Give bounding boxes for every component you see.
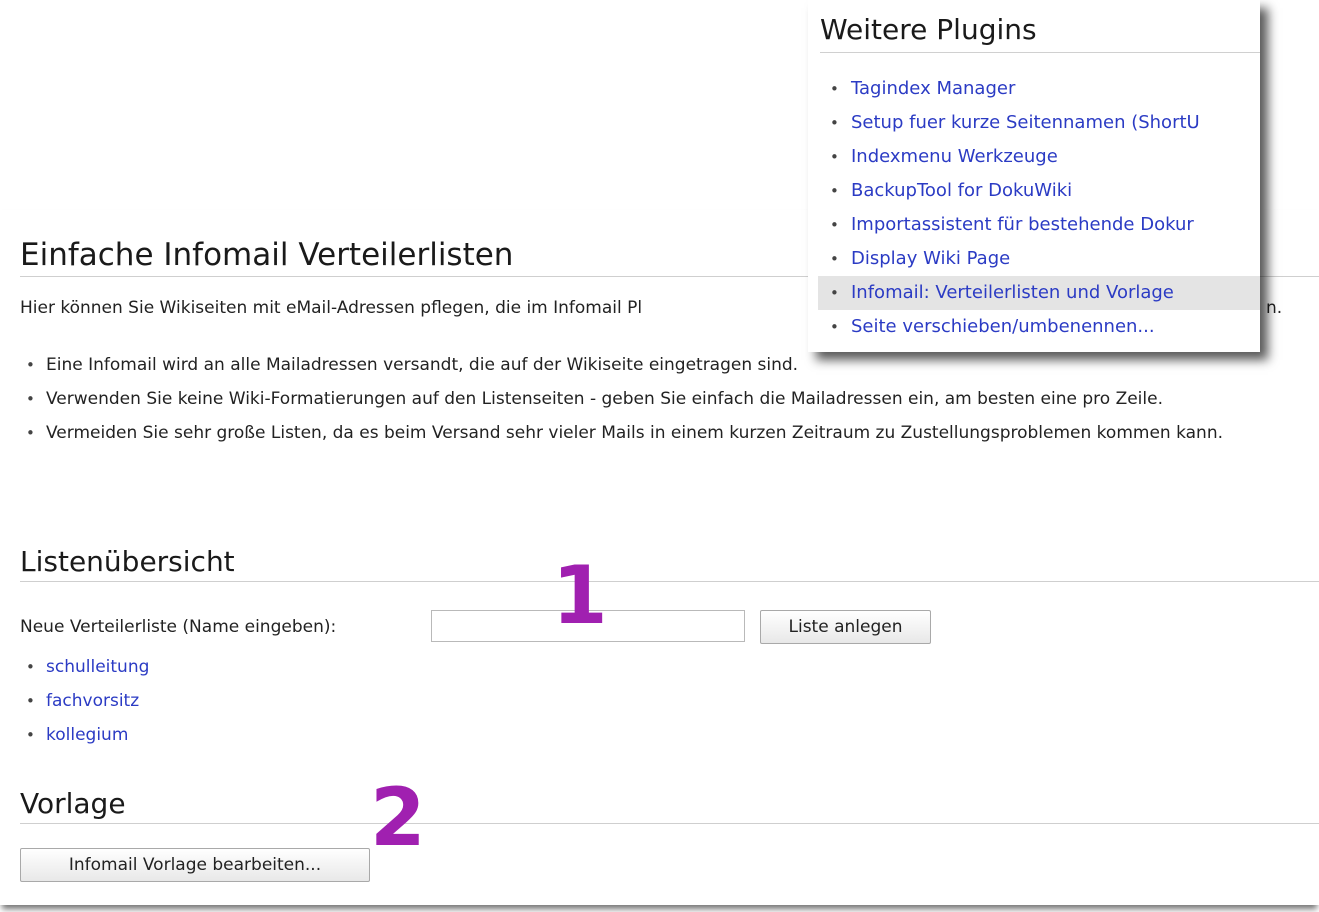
plugin-item: Tagindex Manager bbox=[818, 72, 1260, 106]
plugin-item: Indexmenu Werkzeuge bbox=[818, 140, 1260, 174]
rules-list: Eine Infomail wird an alle Mailadressen … bbox=[20, 348, 1319, 450]
plugin-item-active: Infomail: Verteilerlisten und Vorlage bbox=[818, 276, 1260, 310]
list-link-fachvorsitz[interactable]: fachvorsitz bbox=[46, 691, 139, 711]
rule-item: Vermeiden Sie sehr große Listen, da es b… bbox=[20, 416, 1319, 450]
rule-item: Verwenden Sie keine Wiki-Formatierungen … bbox=[20, 382, 1319, 416]
annotation-marker-1: 1 bbox=[552, 549, 608, 642]
plugin-link-import[interactable]: Importassistent für bestehende Dokur bbox=[851, 214, 1194, 235]
plugin-item: Importassistent für bestehende Dokur bbox=[818, 208, 1260, 242]
create-list-button[interactable]: Liste anlegen bbox=[760, 610, 931, 644]
list-item: fachvorsitz bbox=[20, 684, 149, 718]
plugin-link-tagindex[interactable]: Tagindex Manager bbox=[851, 78, 1015, 99]
intro-text-end: n. bbox=[1266, 298, 1283, 318]
plugin-link-backuptool[interactable]: BackupTool for DokuWiki bbox=[851, 180, 1072, 201]
annotation-marker-2: 2 bbox=[370, 771, 426, 864]
plugin-item: Display Wiki Page bbox=[818, 242, 1260, 276]
plugins-menu-divider bbox=[820, 52, 1260, 53]
rule-item: Eine Infomail wird an alle Mailadressen … bbox=[20, 348, 1319, 382]
plugins-menu-title: Weitere Plugins bbox=[820, 13, 1037, 46]
plugin-link-indexmenu[interactable]: Indexmenu Werkzeuge bbox=[851, 146, 1058, 167]
list-link-schulleitung[interactable]: schulleitung bbox=[46, 657, 149, 677]
plugin-item: Setup fuer kurze Seitennamen (ShortU bbox=[818, 106, 1260, 140]
intro-text: Hier können Sie Wikiseiten mit eMail-Adr… bbox=[20, 298, 643, 318]
list-item: kollegium bbox=[20, 718, 149, 752]
plugin-item: BackupTool for DokuWiki bbox=[818, 174, 1260, 208]
new-list-label: Neue Verteilerliste (Name eingeben): bbox=[20, 617, 337, 637]
list-link-kollegium[interactable]: kollegium bbox=[46, 725, 128, 745]
plugin-link-move[interactable]: Seite verschieben/umbenennen... bbox=[851, 316, 1155, 337]
distribution-lists: schulleitung fachvorsitz kollegium bbox=[20, 650, 149, 752]
lists-heading: Listenübersicht bbox=[20, 543, 1319, 582]
plugin-link-infomail[interactable]: Infomail: Verteilerlisten und Vorlage bbox=[851, 282, 1174, 303]
plugin-link-displaywiki[interactable]: Display Wiki Page bbox=[851, 248, 1010, 269]
plugins-menu-list: Tagindex Manager Setup fuer kurze Seiten… bbox=[818, 72, 1260, 344]
edit-template-button[interactable]: Infomail Vorlage bearbeiten... bbox=[20, 848, 370, 882]
list-item: schulleitung bbox=[20, 650, 149, 684]
plugin-link-shorturl[interactable]: Setup fuer kurze Seitennamen (ShortU bbox=[851, 112, 1200, 133]
plugins-menu: Weitere Plugins Tagindex Manager Setup f… bbox=[808, 0, 1260, 352]
plugin-item: Seite verschieben/umbenennen... bbox=[818, 310, 1260, 344]
template-heading: Vorlage bbox=[20, 785, 1319, 824]
